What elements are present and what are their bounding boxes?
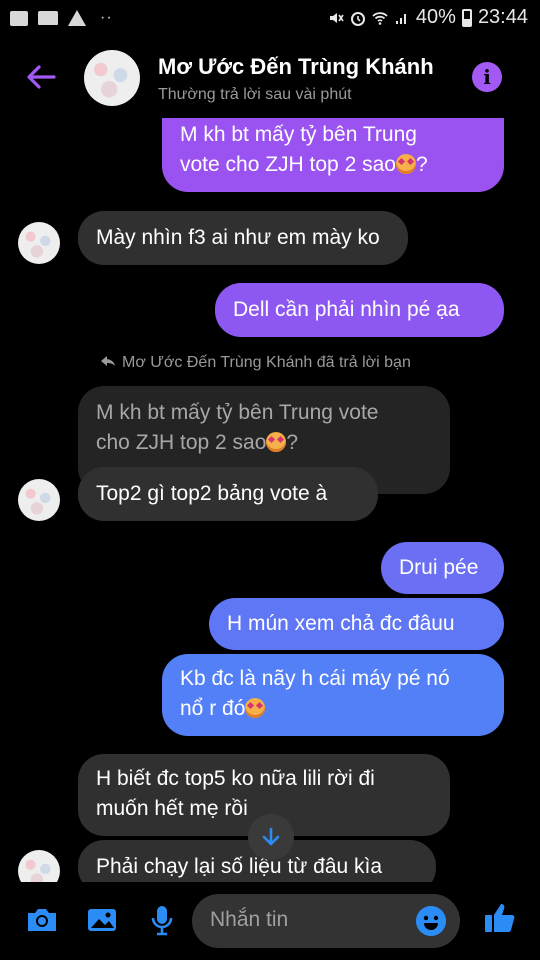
signal-icon xyxy=(395,13,406,24)
back-arrow-icon[interactable] xyxy=(24,60,58,94)
message-line: H biết đc top5 ko nữa lili rời đi xyxy=(96,767,375,790)
warning-icon xyxy=(68,10,86,26)
image-icon xyxy=(88,909,116,931)
notification-icons: ·· xyxy=(10,9,113,27)
emoji-icon[interactable] xyxy=(416,906,446,936)
mute-icon xyxy=(329,12,344,23)
message-line: M kh bt mấy tỷ bên Trung xyxy=(180,123,417,146)
message-text: nổ r đó xyxy=(180,697,246,720)
sender-avatar[interactable] xyxy=(18,222,60,264)
message-text: vote cho ZJH top 2 sao xyxy=(180,153,396,176)
status-bar: ·· 40% 23:44 xyxy=(0,0,540,36)
sender-avatar[interactable] xyxy=(18,850,60,882)
incoming-message[interactable]: Mày nhìn f3 ai như em mày ko xyxy=(78,211,408,265)
thumbs-up-icon xyxy=(485,904,515,932)
outgoing-message[interactable]: M kh bt mấy tỷ bên Trung vote cho ZJH to… xyxy=(162,118,504,192)
gallery-button[interactable] xyxy=(84,902,120,938)
reply-arrow-icon xyxy=(101,356,115,366)
sender-avatar[interactable] xyxy=(18,479,60,521)
quoted-line: cho ZJH top 2 sao? xyxy=(96,428,432,458)
more-notifications-icon: ·· xyxy=(100,9,113,26)
microphone-icon xyxy=(151,906,173,936)
quoted-text: ? xyxy=(286,431,299,454)
clock: 23:44 xyxy=(477,6,528,28)
message-line: vote cho ZJH top 2 sao? xyxy=(180,150,486,180)
message-list[interactable]: M kh bt mấy tỷ bên Trung vote cho ZJH to… xyxy=(0,118,540,882)
message-line: Kb đc là nãy h cái máy pé nó xyxy=(180,667,450,690)
conversation-header: Mơ Ước Đến Trùng Khánh Thường trả lời sa… xyxy=(0,36,540,118)
camera-button[interactable] xyxy=(24,902,60,938)
reply-indicator: Mơ Ước Đến Trùng Khánh đã trả lời bạn xyxy=(100,354,411,372)
info-icon[interactable]: i xyxy=(472,62,502,92)
message-text: ? xyxy=(415,153,428,176)
incoming-message[interactable]: Top2 gì top2 bảng vote à xyxy=(78,467,378,521)
camera-icon xyxy=(28,909,56,931)
message-text: Dell cần phải nhìn pé ạa xyxy=(233,298,460,321)
message-input[interactable]: Nhắn tin xyxy=(192,894,460,948)
wifi-icon xyxy=(372,11,388,25)
scroll-to-bottom-button[interactable] xyxy=(248,814,294,860)
message-text: Mày nhìn f3 ai như em mày ko xyxy=(96,226,380,249)
quoted-text: cho ZJH top 2 sao xyxy=(96,431,267,454)
message-text: Phải chạy lại số liệu từ đâu kìa xyxy=(96,855,383,878)
outgoing-message[interactable]: H mún xem chả đc đâuu xyxy=(209,598,504,650)
message-text: H mún xem chả đc đâuu xyxy=(227,612,455,635)
outgoing-message[interactable]: Drui pée xyxy=(381,542,504,594)
message-text: Drui pée xyxy=(399,556,479,579)
quoted-line: M kh bt mấy tỷ bên Trung vote xyxy=(96,401,379,424)
contact-name[interactable]: Mơ Ước Đến Trùng Khánh xyxy=(158,54,434,80)
response-time-status: Thường trả lời sau vài phút xyxy=(158,86,352,103)
battery-percent: 40% xyxy=(415,6,456,28)
message-text: Top2 gì top2 bảng vote à xyxy=(96,482,328,505)
outgoing-message[interactable]: Kb đc là nãy h cái máy pé nó nổ r đó xyxy=(162,654,504,736)
message-line: nổ r đó xyxy=(180,694,486,724)
arrow-down-icon xyxy=(262,827,280,846)
contact-avatar[interactable] xyxy=(84,50,140,106)
voice-button[interactable] xyxy=(144,902,180,938)
folder-notification-icon xyxy=(38,11,58,25)
alarm-icon xyxy=(350,11,365,26)
battery-icon xyxy=(461,8,472,27)
star-struck-emoji-icon xyxy=(266,432,287,452)
star-struck-emoji-icon xyxy=(245,698,266,718)
like-button[interactable] xyxy=(482,900,518,936)
message-input-placeholder: Nhắn tin xyxy=(210,908,289,931)
reply-indicator-text: Mơ Ước Đến Trùng Khánh đã trả lời bạn xyxy=(122,354,411,371)
composer-bar: Nhắn tin xyxy=(0,882,540,960)
system-status: 40% 23:44 xyxy=(328,6,528,29)
gallery-notification-icon xyxy=(10,10,28,26)
star-struck-emoji-icon xyxy=(395,154,416,174)
outgoing-message[interactable]: Dell cần phải nhìn pé ạa xyxy=(215,283,504,337)
